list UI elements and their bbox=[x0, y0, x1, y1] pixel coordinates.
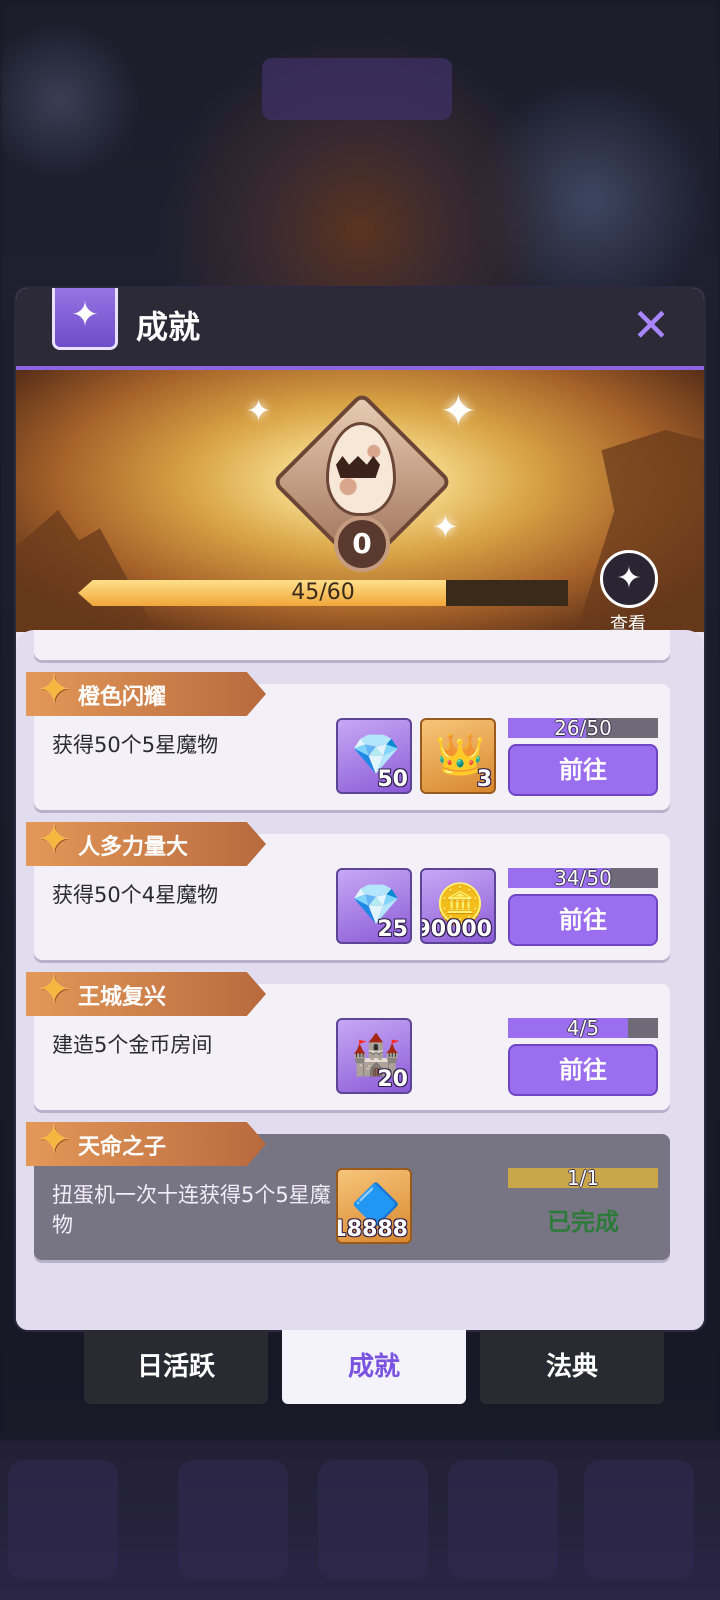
task-progress-bar: 34/50 bbox=[508, 866, 658, 890]
background-banner bbox=[262, 58, 452, 120]
go-button[interactable]: 前往 bbox=[508, 1044, 658, 1096]
go-button[interactable]: 前往 bbox=[508, 744, 658, 796]
reward-qty: 90000 bbox=[420, 917, 492, 942]
tab-achievements[interactable]: 成就 bbox=[282, 1330, 466, 1404]
sparkle-icon: ✦ bbox=[246, 394, 272, 429]
achievement-card: ✦ 橙色闪耀 获得50个5星魔物 💎 50 👑 3 26/50 前往 bbox=[26, 672, 670, 810]
achievement-modal: ✦ 成就 ✕ ✦ ✦ ✦ 0 45/60 ✦ 查看 ✦ 橙色闪耀 获得50个5星… bbox=[16, 288, 704, 1330]
task-progress-text: 34/50 bbox=[554, 866, 612, 890]
task-progress-bar: 1/1 bbox=[508, 1166, 658, 1190]
reward-qty: 18888 bbox=[336, 1217, 408, 1242]
completed-status: 已完成 bbox=[547, 1208, 619, 1236]
achievement-list[interactable]: ✦ 橙色闪耀 获得50个5星魔物 💎 50 👑 3 26/50 前往 ✦ 人多力… bbox=[16, 630, 704, 1330]
view-button[interactable]: ✦ 查看 bbox=[600, 550, 658, 635]
achievement-card: ✦ 人多力量大 获得50个4星魔物 💎 25 🪙 90000 34/50 前往 bbox=[26, 822, 670, 960]
task-progress-text: 4/5 bbox=[566, 1016, 600, 1040]
achievement-description: 扭蛋机一次十连获得5个5星魔物 bbox=[52, 1183, 331, 1237]
reward-item[interactable]: 🪙 90000 bbox=[420, 868, 496, 944]
achievement-description: 建造5个金币房间 bbox=[52, 1033, 213, 1057]
list-item-partial bbox=[34, 630, 670, 660]
achievement-tag: ✦ 橙色闪耀 bbox=[26, 672, 266, 716]
achievement-tag: ✦ 天命之子 bbox=[26, 1122, 266, 1166]
compass-star-icon: ✦ bbox=[52, 288, 118, 350]
reward-qty: 50 bbox=[377, 767, 408, 792]
achievement-name: 橙色闪耀 bbox=[78, 685, 167, 710]
achievement-name: 王城复兴 bbox=[78, 985, 167, 1010]
achievement-tag: ✦ 王城复兴 bbox=[26, 972, 266, 1016]
star-icon: ✦ bbox=[37, 667, 71, 713]
achievement-name: 人多力量大 bbox=[78, 835, 189, 860]
task-progress-bar: 4/5 bbox=[508, 1016, 658, 1040]
achievement-card: ✦ 王城复兴 建造5个金币房间 🏰 20 4/5 前往 bbox=[26, 972, 670, 1110]
star-icon: ✦ bbox=[37, 1117, 71, 1163]
task-progress-text: 1/1 bbox=[566, 1166, 600, 1190]
reward-qty: 20 bbox=[377, 1067, 408, 1092]
star-icon: ✦ bbox=[37, 967, 71, 1013]
go-button[interactable]: 前往 bbox=[508, 894, 658, 946]
achievement-description: 获得50个4星魔物 bbox=[52, 883, 219, 907]
achievement-card-completed: ✦ 天命之子 扭蛋机一次十连获得5个5星魔物 🔷 18888 1/1 已完成 bbox=[26, 1122, 670, 1260]
egg-rank-badge: 0 bbox=[271, 391, 453, 573]
progress-text: 45/60 bbox=[291, 580, 355, 605]
compass-icon: ✦ bbox=[600, 550, 658, 608]
tab-daily-activity[interactable]: 日活跃 bbox=[84, 1330, 268, 1404]
background-nav-icon bbox=[8, 1460, 118, 1580]
reward-item[interactable]: 💎 25 bbox=[336, 868, 412, 944]
task-progress-bar: 26/50 bbox=[508, 716, 658, 740]
achievement-tag: ✦ 人多力量大 bbox=[26, 822, 266, 866]
reward-item[interactable]: 👑 3 bbox=[420, 718, 496, 794]
reward-qty: 25 bbox=[377, 917, 408, 942]
background-nav-icon bbox=[584, 1460, 694, 1580]
modal-title: 成就 bbox=[136, 308, 201, 346]
reward-item[interactable]: 🏰 20 bbox=[336, 1018, 412, 1094]
star-icon: ✦ bbox=[37, 817, 71, 863]
reward-item[interactable]: 🔷 18888 bbox=[336, 1168, 412, 1244]
close-button[interactable]: ✕ bbox=[628, 302, 674, 348]
achievement-description: 获得50个5星魔物 bbox=[52, 733, 219, 757]
reward-item[interactable]: 💎 50 bbox=[336, 718, 412, 794]
achievement-progress-bar: 45/60 bbox=[78, 580, 568, 606]
background-nav-icon bbox=[178, 1460, 288, 1580]
background-nav-icon bbox=[318, 1460, 428, 1580]
task-progress-text: 26/50 bbox=[554, 716, 612, 740]
achievement-banner: ✦ ✦ ✦ 0 45/60 ✦ 查看 bbox=[16, 370, 704, 635]
rank-level: 0 bbox=[334, 516, 390, 572]
reward-qty: 3 bbox=[476, 767, 492, 792]
tab-codex[interactable]: 法典 bbox=[480, 1330, 664, 1404]
sparkle-icon: ✦ bbox=[440, 386, 477, 437]
rock-decoration bbox=[16, 510, 156, 632]
achievement-name: 天命之子 bbox=[78, 1135, 167, 1160]
background-nav-icon bbox=[448, 1460, 558, 1580]
modal-header: ✦ 成就 ✕ bbox=[16, 288, 704, 370]
